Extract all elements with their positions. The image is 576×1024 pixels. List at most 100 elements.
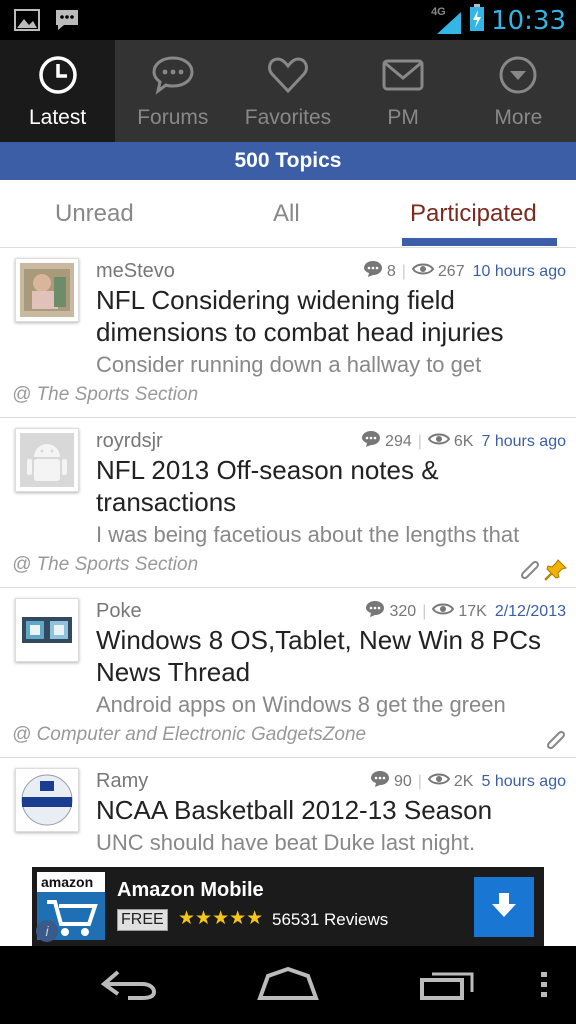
reply-count: 320	[389, 602, 417, 620]
overflow-dots-icon	[541, 972, 547, 997]
system-nav-bar	[0, 946, 576, 1024]
main-nav: Latest Forums Favorites PM More	[0, 40, 576, 142]
ad-reviews: 56531 Reviews	[272, 910, 389, 929]
nav-favorites-label: Favorites	[244, 106, 332, 129]
nav-latest-label: Latest	[28, 106, 87, 129]
replies-icon	[363, 260, 383, 283]
envelope-icon	[380, 52, 426, 98]
ad-brand: amazon	[41, 874, 94, 890]
post-time: 2/12/2013	[494, 602, 566, 620]
speech-bubble-icon	[150, 52, 196, 98]
image-notification-icon	[14, 8, 40, 37]
ad-banner[interactable]: amazon i Amazon Mobile FREE ★★★★★ 56531 …	[32, 867, 544, 946]
post-title[interactable]: NFL 2013 Off-season notes & transactions	[96, 454, 566, 518]
recent-apps-icon	[420, 972, 474, 1000]
post-preview: I was being facetious about the lengths …	[96, 522, 520, 547]
post-time: 5 hours ago	[481, 772, 566, 790]
recent-apps-button[interactable]	[418, 966, 478, 1007]
view-count: 267	[437, 262, 465, 280]
eye-icon	[427, 432, 451, 451]
heart-icon	[265, 52, 311, 98]
post-forum[interactable]: @ The Sports Section	[12, 554, 198, 576]
avatar[interactable]	[15, 598, 79, 662]
filter-tabs: Unread All Participated	[0, 180, 576, 248]
paperclip-icon	[518, 558, 542, 587]
reply-count: 8	[386, 262, 396, 280]
nav-more-label: More	[494, 106, 543, 129]
reply-count: 90	[393, 772, 412, 790]
ad-rating-stars: ★★★★★	[178, 908, 264, 929]
back-arrow-icon	[100, 970, 157, 1000]
battery-icon	[469, 4, 485, 37]
post-meta: 294 | 6K 7 hours ago	[361, 430, 566, 453]
kentucky-ball-avatar	[20, 773, 74, 827]
post-author[interactable]: Ramy	[96, 770, 148, 793]
home-button[interactable]	[256, 966, 320, 1007]
post-title[interactable]: NCAA Basketball 2012-13 Season	[96, 794, 566, 826]
status-clock: 10:33	[491, 5, 566, 36]
post-preview: Android apps on Windows 8 get the green	[96, 692, 506, 717]
avatar[interactable]	[15, 258, 79, 322]
topics-count-bar: 500 Topics	[0, 142, 576, 180]
topic-row[interactable]: Poke 320 | 17K 2/12/2013 Windows 8 OS,Ta…	[0, 588, 576, 758]
post-forum[interactable]: @ Computer and Electronic GadgetsZone	[12, 724, 366, 746]
download-arrow-icon	[490, 891, 518, 924]
avatar[interactable]	[15, 768, 79, 832]
download-button[interactable]	[474, 877, 534, 937]
active-tab-indicator	[402, 238, 557, 246]
nav-favorites[interactable]: Favorites	[230, 40, 345, 142]
tab-unread[interactable]: Unread	[55, 200, 134, 228]
clock-icon	[35, 52, 81, 98]
nav-forums-label: Forums	[137, 106, 209, 129]
signal-icon: 4G	[431, 6, 463, 36]
back-button[interactable]	[98, 966, 158, 1007]
ad-title: Amazon Mobile	[117, 879, 264, 901]
post-preview: Consider running down a hallway to get	[96, 352, 482, 377]
topic-row[interactable]: meStevo 8 | 267 10 hours ago NFL Conside…	[0, 248, 576, 418]
eye-icon	[432, 602, 455, 621]
post-author[interactable]: meStevo	[96, 260, 175, 283]
post-title[interactable]: Windows 8 OS,Tablet, New Win 8 PCs News …	[96, 624, 566, 688]
home-icon	[257, 966, 319, 1000]
reply-count: 294	[385, 432, 412, 450]
avatar-photo	[20, 603, 74, 657]
topic-row[interactable]: royrdsjr 294 | 6K 7 hours ago NFL 2013 O…	[0, 418, 576, 588]
avatar-photo	[20, 263, 74, 317]
post-time: 10 hours ago	[472, 262, 566, 280]
tab-all[interactable]: All	[273, 200, 300, 228]
view-count: 6K	[453, 432, 474, 450]
paperclip-icon	[544, 728, 568, 757]
post-meta: 8 | 267 10 hours ago	[363, 260, 566, 283]
default-android-avatar	[20, 433, 74, 487]
post-author[interactable]: royrdsjr	[96, 430, 163, 453]
replies-icon	[365, 600, 385, 623]
post-time: 7 hours ago	[481, 432, 566, 450]
view-count: 2K	[453, 772, 474, 790]
nav-forums[interactable]: Forums	[115, 40, 230, 142]
status-bar: 4G 10:33	[0, 0, 576, 40]
chevron-circle-icon	[495, 52, 541, 98]
post-meta: 90 | 2K 5 hours ago	[370, 770, 566, 793]
nav-pm[interactable]: PM	[346, 40, 461, 142]
post-title[interactable]: NFL Considering widening field dimension…	[96, 284, 566, 348]
nav-pm-label: PM	[387, 106, 419, 129]
tab-participated[interactable]: Participated	[410, 200, 537, 228]
ad-info-icon[interactable]: i	[36, 920, 58, 942]
post-forum[interactable]: @ The Sports Section	[12, 384, 198, 406]
replies-icon	[370, 770, 390, 793]
nav-latest[interactable]: Latest	[0, 40, 116, 142]
post-preview: UNC should have beat Duke last night.	[96, 830, 476, 855]
post-author[interactable]: Poke	[96, 600, 142, 623]
pin-icon	[544, 558, 568, 587]
eye-icon	[411, 262, 435, 281]
nav-more[interactable]: More	[461, 40, 576, 142]
avatar[interactable]	[15, 428, 79, 492]
chat-notification-icon	[54, 8, 80, 37]
overflow-menu-button[interactable]	[536, 970, 552, 1005]
replies-icon	[361, 430, 381, 453]
topic-list-panel: Unread All Participated meStevo 8 | 267 …	[0, 180, 576, 946]
view-count: 17K	[458, 602, 487, 620]
eye-icon	[427, 772, 451, 791]
post-meta: 320 | 17K 2/12/2013	[365, 600, 566, 623]
ad-price-badge: FREE	[117, 909, 168, 931]
